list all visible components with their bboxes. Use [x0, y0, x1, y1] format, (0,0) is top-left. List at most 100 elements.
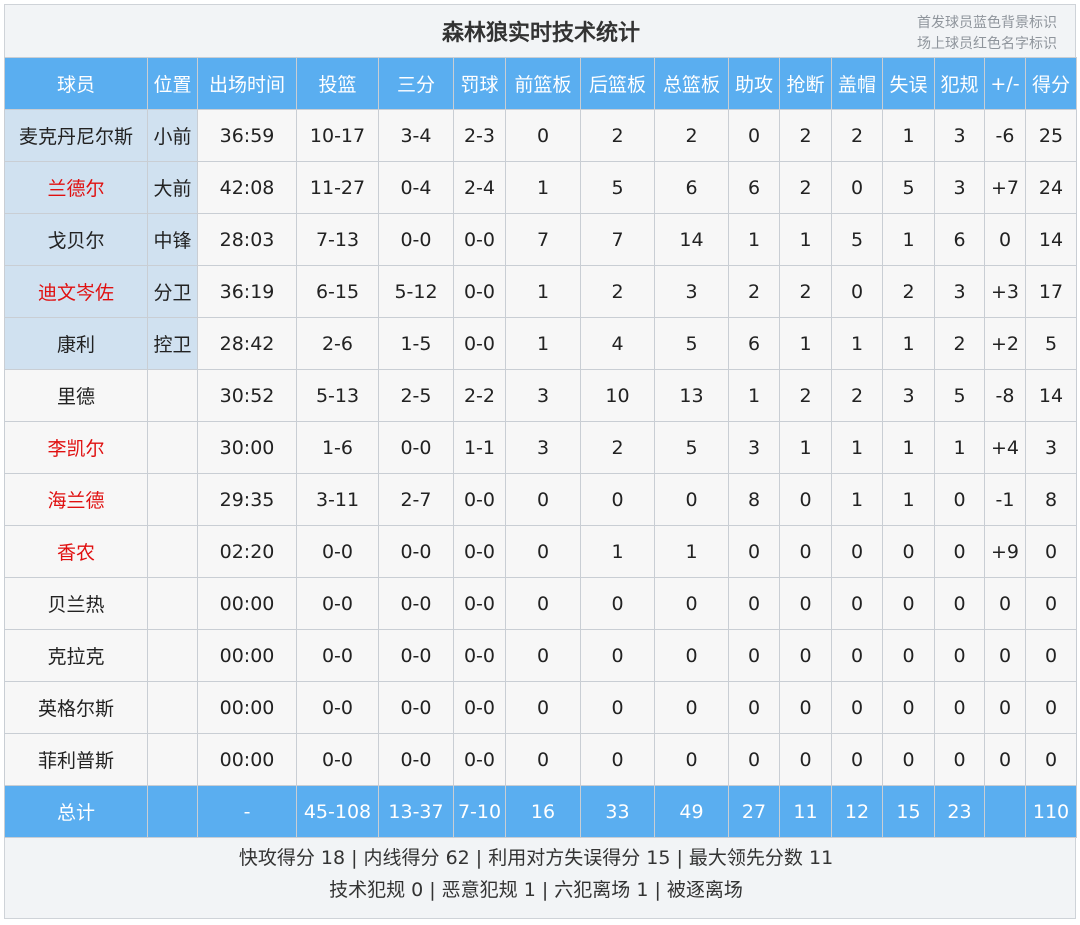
cell-fouls: 0 — [934, 733, 985, 786]
cell-three-pointers: 0-0 — [378, 629, 454, 682]
cell-minutes: 00:00 — [197, 681, 297, 734]
total-plus-minus — [984, 785, 1026, 838]
cell-turnovers: 3 — [882, 369, 935, 422]
cell-steals: 0 — [779, 629, 832, 682]
cell-points: 3 — [1025, 421, 1077, 474]
cell-position: 分卫 — [147, 265, 198, 318]
summary-line-scoring: 快攻得分 18 | 内线得分 62 | 利用对方失误得分 15 | 最大领先分数… — [238, 847, 834, 869]
cell-steals: 0 — [779, 473, 832, 526]
cell-fouls: 5 — [934, 369, 985, 422]
cell-offensive-rebounds: 0 — [505, 109, 581, 162]
cell-blocks: 0 — [831, 629, 883, 682]
cell-assists: 1 — [728, 213, 780, 266]
cell-points: 24 — [1025, 161, 1077, 214]
cell-total-rebounds: 13 — [654, 369, 729, 422]
cell-blocks: 0 — [831, 681, 883, 734]
cell-defensive-rebounds: 4 — [580, 317, 655, 370]
cell-fouls: 0 — [934, 525, 985, 578]
cell-three-pointers: 0-0 — [378, 681, 454, 734]
total-offensive-rebounds: 16 — [505, 785, 581, 838]
cell-blocks: 0 — [831, 525, 883, 578]
cell-points: 0 — [1025, 681, 1077, 734]
table-row: 英格尔斯 00:00 0-0 0-0 0-0 0 0 0 0 0 0 0 0 0 0 — [4, 681, 1077, 734]
column-header-offensive-rebounds: 前篮板 — [505, 57, 581, 110]
cell-assists: 0 — [728, 733, 780, 786]
cell-assists: 3 — [728, 421, 780, 474]
cell-three-pointers: 0-0 — [378, 525, 454, 578]
cell-offensive-rebounds: 0 — [505, 577, 581, 630]
cell-steals: 0 — [779, 733, 832, 786]
cell-position: 小前 — [147, 109, 198, 162]
summary-footer: 快攻得分 18 | 内线得分 62 | 利用对方失误得分 15 | 最大领先分数… — [0, 842, 1072, 906]
cell-position — [147, 577, 198, 630]
cell-position — [147, 629, 198, 682]
cell-offensive-rebounds: 3 — [505, 421, 581, 474]
cell-plus-minus: +7 — [984, 161, 1026, 214]
total-turnovers: 15 — [882, 785, 935, 838]
cell-defensive-rebounds: 2 — [580, 265, 655, 318]
cell-minutes: 28:03 — [197, 213, 297, 266]
cell-free-throws: 2-4 — [453, 161, 506, 214]
cell-assists: 0 — [728, 525, 780, 578]
cell-minutes: 30:52 — [197, 369, 297, 422]
cell-turnovers: 1 — [882, 317, 935, 370]
legend: 首发球员蓝色背景标识 场上球员红色名字标识 — [917, 13, 1057, 55]
cell-total-rebounds: 2 — [654, 109, 729, 162]
cell-plus-minus: +2 — [984, 317, 1026, 370]
column-header-plus-minus: +/- — [984, 57, 1026, 110]
cell-assists: 2 — [728, 265, 780, 318]
cell-assists: 0 — [728, 109, 780, 162]
total-steals: 11 — [779, 785, 832, 838]
cell-fouls: 0 — [934, 473, 985, 526]
cell-offensive-rebounds: 7 — [505, 213, 581, 266]
cell-offensive-rebounds: 0 — [505, 473, 581, 526]
column-header-free-throws: 罚球 — [453, 57, 506, 110]
column-header-defensive-rebounds: 后篮板 — [580, 57, 655, 110]
cell-blocks: 0 — [831, 733, 883, 786]
column-header-position: 位置 — [147, 57, 198, 110]
cell-minutes: 00:00 — [197, 629, 297, 682]
cell-steals: 2 — [779, 265, 832, 318]
cell-free-throws: 0-0 — [453, 265, 506, 318]
cell-total-rebounds: 0 — [654, 473, 729, 526]
cell-assists: 1 — [728, 369, 780, 422]
cell-field-goals: 0-0 — [296, 525, 379, 578]
total-field-goals: 45-108 — [296, 785, 379, 838]
cell-plus-minus: +3 — [984, 265, 1026, 318]
cell-defensive-rebounds: 5 — [580, 161, 655, 214]
cell-turnovers: 5 — [882, 161, 935, 214]
cell-field-goals: 0-0 — [296, 681, 379, 734]
cell-player: 李凯尔 — [4, 421, 148, 474]
table-row: 李凯尔 30:00 1-6 0-0 1-1 3 2 5 3 1 1 1 1 +4 3 — [4, 421, 1077, 474]
table-row: 香农 02:20 0-0 0-0 0-0 0 1 1 0 0 0 0 0 +9 0 — [4, 525, 1077, 578]
cell-points: 0 — [1025, 629, 1077, 682]
cell-assists: 0 — [728, 681, 780, 734]
cell-position: 大前 — [147, 161, 198, 214]
cell-offensive-rebounds: 1 — [505, 317, 581, 370]
cell-fouls: 3 — [934, 265, 985, 318]
cell-turnovers: 0 — [882, 629, 935, 682]
cell-turnovers: 1 — [882, 213, 935, 266]
cell-minutes: 29:35 — [197, 473, 297, 526]
cell-total-rebounds: 3 — [654, 265, 729, 318]
cell-points: 0 — [1025, 733, 1077, 786]
table-row: 里德 30:52 5-13 2-5 2-2 3 10 13 1 2 2 3 5 -8 14 — [4, 369, 1077, 422]
cell-minutes: 36:19 — [197, 265, 297, 318]
cell-position — [147, 525, 198, 578]
cell-offensive-rebounds: 0 — [505, 733, 581, 786]
cell-turnovers: 2 — [882, 265, 935, 318]
cell-player: 戈贝尔 — [4, 213, 148, 266]
total-blocks: 12 — [831, 785, 883, 838]
cell-three-pointers: 0-0 — [378, 577, 454, 630]
cell-three-pointers: 1-5 — [378, 317, 454, 370]
cell-three-pointers: 0-0 — [378, 213, 454, 266]
cell-position: 控卫 — [147, 317, 198, 370]
cell-points: 17 — [1025, 265, 1077, 318]
table-header-row: 球员 位置 出场时间 投篮 三分 罚球 前篮板 后篮板 总篮板 助攻 抢断 盖帽 失误 犯规 +/- 得分 — [4, 57, 1077, 110]
column-header-points: 得分 — [1025, 57, 1077, 110]
cell-turnovers: 0 — [882, 577, 935, 630]
cell-turnovers: 0 — [882, 681, 935, 734]
cell-free-throws: 0-0 — [453, 733, 506, 786]
cell-minutes: 00:00 — [197, 577, 297, 630]
cell-player: 贝兰热 — [4, 577, 148, 630]
